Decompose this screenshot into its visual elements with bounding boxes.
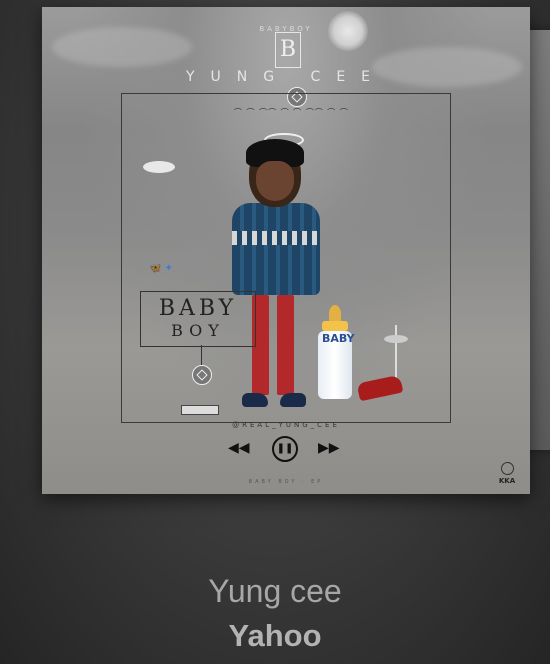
emblem-icon <box>192 365 212 385</box>
bottle-cap <box>322 321 348 331</box>
birds-graphic: ⌒ ⌒ ⌒⌒ ⌒ ⌒ ⌒⌒ ⌒ ⌒ <box>234 108 349 117</box>
track-title[interactable]: Yahoo <box>0 618 550 654</box>
pants-graphic <box>277 295 294 395</box>
social-handle: @REAL_YUNG_CEE <box>232 421 340 429</box>
divider-line <box>201 345 202 365</box>
cover-monogram: B <box>275 32 301 68</box>
face-graphic <box>256 161 294 201</box>
butterflies-graphic: 🦋 ✦ <box>149 263 174 274</box>
sweater-pattern <box>232 231 320 245</box>
blimp-graphic <box>143 161 175 173</box>
baby-boy-box: BABY BOY <box>140 291 256 347</box>
album-cover[interactable]: BABYBOY B YUNG CEE ⌒ ⌒ ⌒⌒ ⌒ ⌒ ⌒⌒ ⌒ ⌒ 🦋 ✦… <box>42 7 530 494</box>
parental-advisory-badge <box>181 405 219 415</box>
tower-ring <box>384 335 408 343</box>
sweater-graphic <box>232 203 320 295</box>
pause-icon[interactable]: ❚❚ <box>272 436 298 462</box>
box-line-1: BABY <box>158 296 238 321</box>
cloud-graphic <box>52 27 192 67</box>
corner-logo-text: KKA <box>498 477 516 485</box>
artist-name[interactable]: Yung cee <box>0 573 550 610</box>
cover-brand: YUNG CEE <box>185 69 387 85</box>
baby-bottle-graphic: BABY <box>318 305 355 401</box>
corner-logo: KKA <box>494 462 520 485</box>
bottle-label: BABY <box>322 332 355 345</box>
next-icon[interactable]: ▶▶ <box>318 433 340 463</box>
player-controls: ◀◀ ❚❚ ▶▶ <box>228 433 340 463</box>
shoe-graphic <box>242 393 268 407</box>
box-line-2: BOY <box>171 321 225 340</box>
shoe-graphic <box>280 393 306 407</box>
globe-icon <box>500 462 514 475</box>
cover-subtitle: BABY BOY · EP <box>248 479 324 485</box>
previous-icon[interactable]: ◀◀ <box>228 433 250 463</box>
